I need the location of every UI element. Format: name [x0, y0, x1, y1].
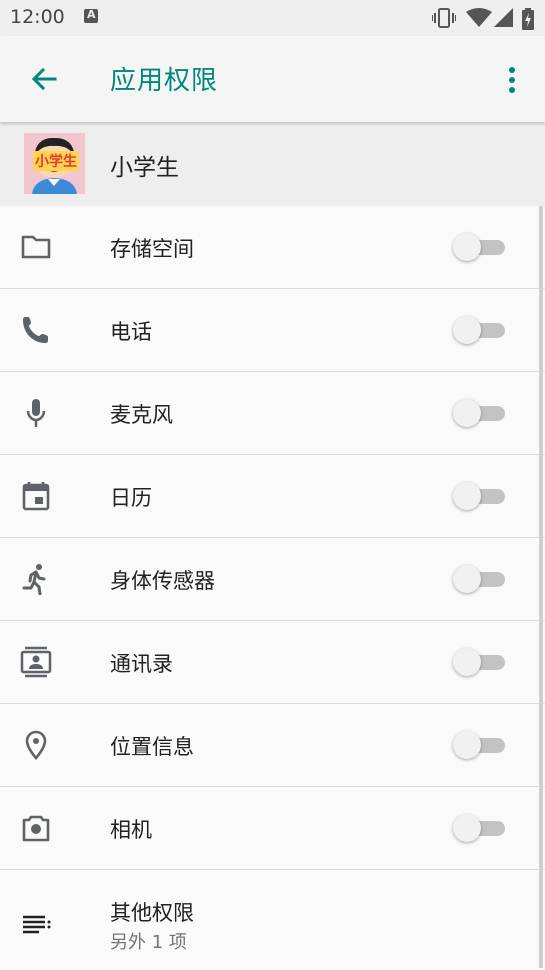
permission-label: 电话	[110, 320, 152, 344]
permission-row-contacts[interactable]: 通讯录	[0, 621, 545, 704]
scrollbar[interactable]	[539, 206, 543, 968]
status-bar: 12:00 A	[0, 0, 545, 36]
permission-toggle[interactable]	[453, 481, 507, 511]
permission-label: 麦克风	[110, 403, 173, 427]
permission-toggle[interactable]	[453, 232, 507, 262]
permission-row-microphone[interactable]: 麦克风	[0, 372, 545, 455]
permission-row-calendar[interactable]: 日历	[0, 455, 545, 538]
permission-row-storage[interactable]: 存储空间	[0, 206, 545, 289]
folder-icon	[21, 235, 51, 259]
wifi-icon	[466, 8, 492, 27]
status-time: 12:00	[10, 6, 65, 28]
permission-row-phone[interactable]: 电话	[0, 289, 545, 372]
permission-row-camera[interactable]: 相机	[0, 787, 545, 870]
vibrate-icon	[432, 8, 456, 28]
other-permissions-label: 其他权限	[110, 901, 194, 925]
permission-label: 相机	[110, 818, 152, 842]
permission-toggle[interactable]	[453, 647, 507, 677]
app-icon: 小学生	[24, 133, 85, 194]
calendar-icon	[22, 482, 50, 511]
back-arrow-icon[interactable]	[28, 63, 60, 95]
list-icon	[23, 915, 51, 934]
permission-label: 通讯录	[110, 652, 173, 676]
permission-label: 位置信息	[110, 735, 194, 759]
contacts-icon	[20, 646, 52, 678]
permission-row-location[interactable]: 位置信息	[0, 704, 545, 787]
signal-icon	[494, 8, 513, 27]
app-header: 小学生 小学生	[0, 122, 545, 206]
permission-label: 日历	[110, 486, 152, 510]
app-name: 小学生	[110, 155, 179, 181]
more-options-icon[interactable]	[498, 64, 526, 96]
permission-row-body-sensors[interactable]: 身体传感器	[0, 538, 545, 621]
permission-label: 存储空间	[110, 237, 194, 261]
other-permissions-count: 另外 1 项	[110, 932, 187, 953]
app-bar: 应用权限	[0, 36, 545, 122]
permission-toggle[interactable]	[453, 564, 507, 594]
permission-toggle[interactable]	[453, 813, 507, 843]
location-pin-icon	[25, 730, 47, 760]
permission-toggle[interactable]	[453, 315, 507, 345]
running-person-icon	[22, 564, 46, 595]
battery-icon	[522, 8, 534, 30]
microphone-icon	[26, 399, 46, 427]
permission-row-other[interactable]: 其他权限 另外 1 项	[0, 870, 545, 970]
permission-toggle[interactable]	[453, 398, 507, 428]
camera-icon	[22, 815, 50, 842]
app-icon-text: 小学生	[33, 151, 79, 171]
permission-label: 身体传感器	[110, 569, 215, 593]
page-title: 应用权限	[110, 66, 219, 96]
phone-icon	[23, 317, 48, 343]
permission-toggle[interactable]	[453, 730, 507, 760]
notification-icon: A	[84, 8, 98, 23]
